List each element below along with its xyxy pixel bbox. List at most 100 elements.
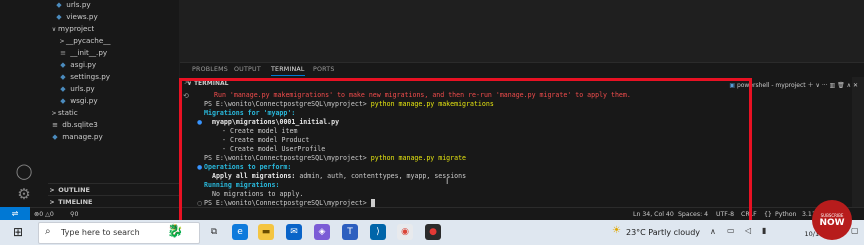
terminal-prompt-line: PS E:\wonito\ConnectpostgreSQL\myproject… [204, 154, 466, 163]
apply-label: Apply all migrations: [212, 172, 296, 180]
file-explorer-icon[interactable]: ▬ [258, 224, 274, 240]
status-dot-icon: ● [197, 119, 203, 126]
running-migrations-line: Running migrations: [204, 181, 280, 189]
mail-icon[interactable]: ✉ [286, 224, 302, 240]
dragon-search-highlight-icon: 🐉 [167, 224, 184, 239]
command-text: python manage.py migrate [370, 154, 467, 162]
tree-label: db.sqlite3 [62, 120, 98, 129]
network-icon[interactable]: ▭ [727, 226, 735, 235]
tree-label: static [58, 108, 78, 117]
chevron-right-icon[interactable]: > [184, 79, 189, 86]
cursor: _ [370, 199, 375, 207]
terminal-actions: ▣ powershell - myproject ＋ ∨ ··· ▥ 🗑 ∧ ✕ [729, 80, 858, 90]
tab-terminal[interactable]: TERMINAL [271, 66, 305, 76]
volume-icon[interactable]: ◁ [745, 226, 751, 235]
notification-icon[interactable]: ▢ [851, 226, 859, 235]
explorer-panel: ◆ urls.py ◆ views.py ∨ myproject >__pycac… [48, 0, 179, 207]
tree-file-manage[interactable]: ◆ manage.py [50, 131, 102, 143]
obs-record-icon[interactable]: ● [425, 224, 441, 240]
settings-gear-icon[interactable]: ⚙ [15, 185, 33, 203]
python-file-icon: ◆ [56, 1, 62, 9]
tree-file-asgi[interactable]: ◆ asgi.py [58, 59, 96, 71]
subscribe-text: SUBSCRIBE [820, 213, 844, 218]
migrations-for-line: Migrations for 'myapp': [204, 109, 296, 117]
tree-folder-static[interactable]: >static [50, 107, 78, 119]
text-cursor-icon: I [446, 177, 449, 186]
tree-file-init[interactable]: ≡ __init__.py [58, 47, 107, 59]
python-file-icon: ◆ [56, 13, 62, 21]
tree-folder-myproject[interactable]: ∨ myproject [50, 23, 94, 35]
edge-browser-icon[interactable]: e [232, 224, 248, 240]
terminal-history-icon[interactable]: ⟲ [183, 92, 189, 100]
outline-label: OUTLINE [58, 186, 90, 194]
tree-label: myproject [58, 24, 95, 33]
account-icon[interactable]: ◯ [15, 162, 33, 180]
tree-file-settings[interactable]: ◆ settings.py [58, 71, 110, 83]
tree-label: urls.py [66, 0, 91, 9]
tree-folder-pycache[interactable]: >__pycache__ [58, 35, 110, 47]
status-dot-icon: ● [197, 164, 203, 171]
tab-ports[interactable]: PORTS [313, 66, 335, 73]
terminal-header-label: TERMINAL [193, 80, 229, 87]
terminal-side-gutter [852, 77, 864, 207]
tree-file-urls-2[interactable]: ◆ urls.py [58, 83, 95, 95]
prompt-text: PS E:\wonito\ConnectpostgreSQL\myproject… [204, 199, 367, 207]
warning-count: 0 [49, 211, 54, 218]
tab-output[interactable]: OUTPUT [234, 66, 261, 73]
migration-file-line: myapp\migrations\0001_initial.py [212, 118, 340, 126]
subscribe-now-overlay: SUBSCRIBE NOW [812, 200, 852, 240]
trash-icon[interactable]: 🗑 [837, 82, 845, 89]
weather-text[interactable]: 23°C Partly cloudy [626, 228, 700, 237]
taskbar-search-box[interactable]: ⌕ Type here to search 🐉 [38, 222, 200, 244]
python-file-icon: ◆ [60, 85, 66, 93]
error-count: 0 [39, 211, 44, 218]
vscode-icon[interactable]: ⟩ [370, 224, 386, 240]
create-item-line: - Create model item [222, 127, 298, 135]
create-product-line: - Create model Product [222, 136, 310, 144]
timeline-label: TIMELINE [58, 198, 93, 206]
tree-file-wsgi[interactable]: ◆ wsgi.py [58, 95, 98, 107]
tray-chevron-up-icon[interactable]: ∧ [710, 227, 716, 236]
shell-label[interactable]: powershell - myproject [737, 82, 806, 89]
tree-file-urls[interactable]: ◆ urls.py [54, 0, 91, 11]
tree-file-db[interactable]: ≡ db.sqlite3 [50, 119, 98, 131]
python-file-icon: ◆ [52, 133, 58, 141]
chrome-icon[interactable]: ◉ [397, 224, 413, 240]
tree-label: __pycache__ [66, 36, 111, 45]
prompt-text: PS E:\wonito\ConnectpostgreSQL\myproject… [204, 154, 367, 162]
close-icon[interactable]: ✕ [853, 82, 858, 89]
init-file-icon: ≡ [60, 49, 66, 57]
powershell-icon: ▣ [729, 82, 736, 89]
more-icon[interactable]: ··· [822, 82, 828, 89]
terminal-section-header[interactable]: ∨ TERMINAL [187, 80, 228, 90]
tree-label: settings.py [70, 72, 111, 81]
python-file-icon: ◆ [60, 73, 66, 81]
tab-problems[interactable]: PROBLEMS [192, 66, 228, 73]
task-view-icon[interactable]: ⧉ [206, 224, 222, 240]
database-file-icon: ≡ [52, 121, 58, 129]
battery-icon[interactable]: ▮ [762, 226, 766, 235]
no-migrations-line: No migrations to apply. [212, 190, 304, 198]
status-bar: ⊗0 △0 ⚲0 Ln 34, Col 40 Spaces: 4 UTF-8 C… [0, 207, 864, 221]
add-terminal-icon[interactable]: ＋ [808, 82, 814, 89]
tree-label: urls.py [70, 84, 95, 93]
copilot-icon[interactable]: ◈ [314, 224, 330, 240]
teams-icon[interactable]: T [342, 224, 358, 240]
chevron-down-icon[interactable]: ∨ [816, 82, 820, 89]
maximize-panel-icon[interactable]: ∧ [847, 82, 851, 89]
create-profile-line: - Create model UserProfile [222, 145, 326, 153]
terminal-warning-line: Run 'manage.py makemigrations' to make n… [214, 91, 631, 99]
windows-start-icon[interactable]: ⊞ [13, 226, 25, 238]
ports-count: 0 [74, 211, 79, 218]
python-file-icon: ◆ [60, 97, 66, 105]
split-terminal-icon[interactable]: ▥ [830, 82, 836, 89]
activity-bar: ◯ ⚙ [0, 0, 49, 207]
subscribe-now-text: NOW [819, 218, 845, 228]
apply-list: admin, auth, contenttypes, myapp, sessio… [299, 172, 467, 180]
editor-area [180, 0, 864, 60]
tree-file-views[interactable]: ◆ views.py [54, 11, 98, 23]
tree-label: wsgi.py [70, 96, 98, 105]
tree-label: views.py [66, 12, 98, 21]
apply-all-line: Apply all migrations: admin, auth, conte… [212, 172, 466, 181]
remote-indicator-icon[interactable]: ⇌ [0, 207, 30, 220]
